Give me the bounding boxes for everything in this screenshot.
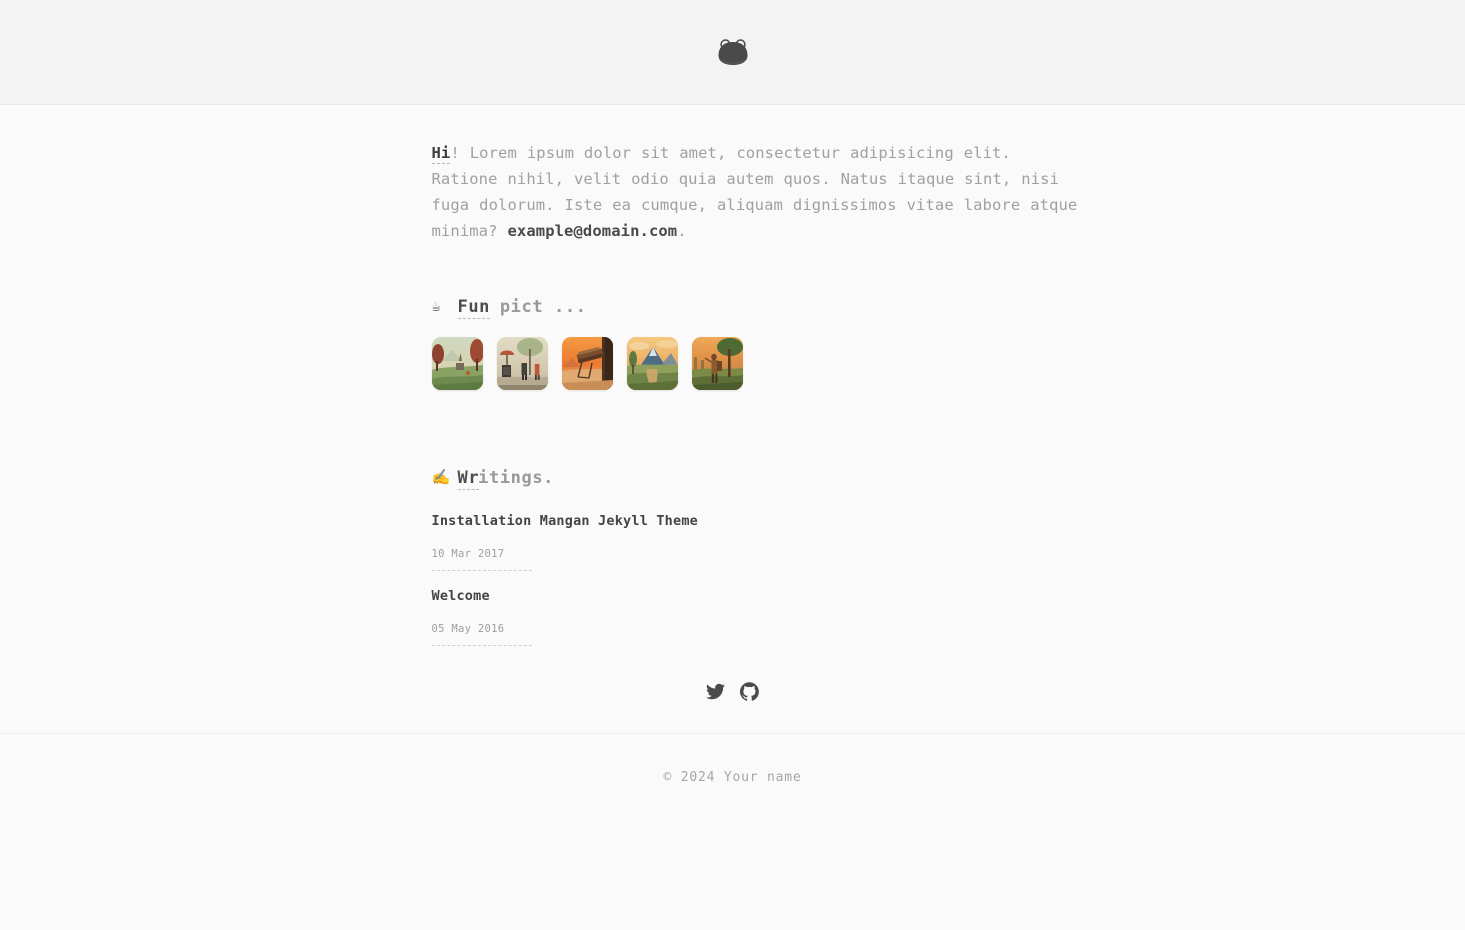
thumbnail-2[interactable] bbox=[496, 337, 548, 390]
funpict-title-link[interactable]: Fun bbox=[457, 297, 491, 319]
writing-hand-icon: ✍️ bbox=[431, 467, 451, 486]
copyright-text: © 2024 Your name bbox=[663, 770, 802, 785]
thumbnail-3[interactable] bbox=[561, 337, 613, 390]
funpict-section: ☕ Fun pict ... bbox=[431, 296, 1078, 390]
post-title-link[interactable]: Installation Mangan Jekyll Theme bbox=[432, 513, 699, 531]
intro-greeting-suffix: ! bbox=[450, 144, 470, 162]
writings-heading: ✍️ Writings. bbox=[431, 467, 1078, 490]
post-divider bbox=[431, 570, 532, 571]
funpict-thumbnail-row bbox=[431, 337, 1078, 390]
site-logo-link[interactable] bbox=[716, 37, 750, 67]
thumbnail-image-1 bbox=[431, 337, 483, 390]
thumbnail-image-5 bbox=[691, 337, 743, 390]
post-list: Installation Mangan Jekyll Theme 10 Mar … bbox=[431, 510, 1078, 646]
post-date: 05 May 2016 bbox=[431, 623, 505, 635]
list-item: Welcome 05 May 2016 bbox=[431, 585, 1078, 646]
list-item: Installation Mangan Jekyll Theme 10 Mar … bbox=[431, 510, 1078, 571]
page-wrapper: Hi! Lorem ipsum dolor sit amet, consecte… bbox=[0, 105, 1465, 733]
twitter-icon bbox=[706, 683, 725, 700]
funpict-heading: ☕ Fun pict ... bbox=[431, 296, 1078, 319]
thumbnail-5[interactable] bbox=[691, 337, 743, 390]
post-divider bbox=[431, 645, 532, 646]
writings-title: Writings. bbox=[457, 468, 555, 490]
thumbnail-1[interactable] bbox=[431, 337, 483, 390]
social-links bbox=[410, 682, 1056, 733]
post-date: 10 Mar 2017 bbox=[431, 548, 505, 560]
writings-section: ✍️ Writings. Installation Mangan Jekyll … bbox=[431, 467, 1078, 646]
funpict-title-rest: pict ... bbox=[489, 297, 587, 317]
writings-title-link[interactable]: Wr bbox=[457, 468, 480, 490]
site-header bbox=[0, 0, 1465, 105]
thumbnail-4[interactable] bbox=[626, 337, 678, 390]
thumbnail-image-3 bbox=[561, 337, 613, 390]
twitter-link[interactable] bbox=[706, 682, 725, 701]
coffee-icon: ☕ bbox=[431, 296, 441, 315]
funpict-title: Fun pict ... bbox=[457, 297, 587, 319]
writings-title-rest: itings. bbox=[478, 468, 555, 488]
post-title-link[interactable]: Welcome bbox=[432, 588, 490, 606]
github-link[interactable] bbox=[740, 682, 759, 701]
email-link[interactable]: example@domain.com bbox=[507, 222, 677, 240]
thumbnail-image-4 bbox=[626, 337, 678, 390]
site-footer: © 2024 Your name bbox=[0, 733, 1465, 785]
thumbnail-image-2 bbox=[496, 337, 548, 390]
github-icon bbox=[740, 682, 759, 701]
main-content: Hi! Lorem ipsum dolor sit amet, consecte… bbox=[431, 105, 1078, 733]
frog-head-icon bbox=[718, 39, 747, 65]
intro-paragraph: Hi! Lorem ipsum dolor sit amet, consecte… bbox=[431, 105, 1078, 244]
about-link[interactable]: Hi bbox=[431, 144, 451, 164]
intro-trailing-period: . bbox=[677, 222, 687, 240]
